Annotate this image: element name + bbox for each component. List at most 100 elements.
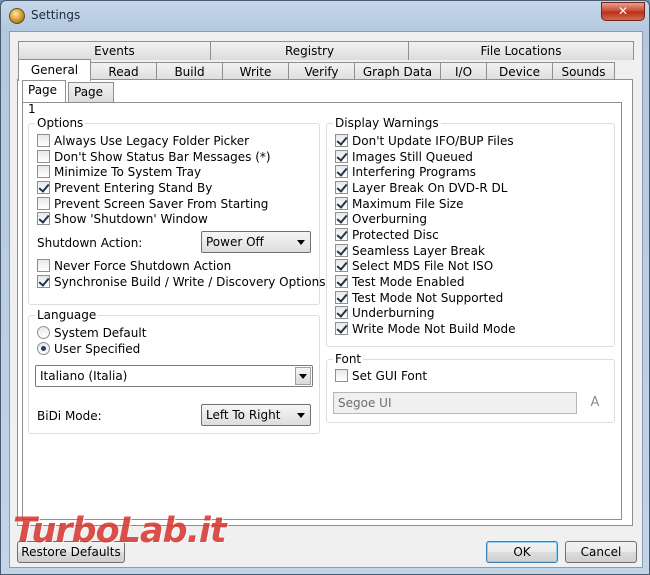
warning-item[interactable]: Test Mode Enabled (335, 274, 464, 289)
general-tab-panel: Page 1 Page 2 Options Always Use Legacy … (17, 79, 633, 526)
app-icon (9, 8, 25, 24)
checkbox[interactable] (335, 197, 348, 210)
language-dropdown[interactable]: Italiano (Italia) (35, 365, 313, 387)
font-name-field: Segoe UI (333, 392, 577, 414)
options-group: Options Always Use Legacy Folder Picker … (28, 116, 325, 305)
checkbox[interactable] (37, 165, 50, 178)
option-hide-status-bar[interactable]: Don't Show Status Bar Messages (*) (37, 149, 271, 164)
warning-item[interactable]: Select MDS File Not ISO (335, 258, 493, 273)
checkbox[interactable] (335, 291, 348, 304)
font-legend: Font (333, 352, 364, 366)
checkbox[interactable] (335, 228, 348, 241)
cancel-button[interactable]: Cancel (565, 541, 637, 563)
option-label: Prevent Entering Stand By (54, 180, 213, 195)
checkbox[interactable] (37, 181, 50, 194)
checkbox[interactable] (335, 165, 348, 178)
option-minimize-tray[interactable]: Minimize To System Tray (37, 164, 201, 179)
radio-button[interactable] (37, 326, 50, 339)
checkbox[interactable] (335, 259, 348, 272)
checkbox[interactable] (335, 181, 348, 194)
warning-label: Test Mode Not Supported (352, 290, 504, 305)
tab-row-bottom: General Read Build Write Verify Graph Da… (18, 59, 615, 81)
warning-item[interactable]: Underburning (335, 305, 434, 320)
checkbox[interactable] (37, 150, 50, 163)
checkbox[interactable] (37, 197, 50, 210)
option-prevent-standby[interactable]: Prevent Entering Stand By (37, 180, 212, 195)
checkbox[interactable] (37, 134, 50, 147)
bidi-mode-dropdown[interactable]: Left To Right (201, 404, 311, 426)
warning-item[interactable]: Overburning (335, 211, 427, 226)
font-picker-icon: A (590, 395, 600, 410)
warning-item[interactable]: Images Still Queued (335, 149, 473, 164)
shutdown-action-label: Shutdown Action: (37, 236, 143, 250)
watermark-logo: TurboLab.it (13, 511, 227, 551)
warning-item[interactable]: Protected Disc (335, 227, 439, 242)
dropdown-button[interactable] (295, 367, 311, 385)
checkbox[interactable] (335, 150, 348, 163)
option-prevent-screensaver[interactable]: Prevent Screen Saver From Starting (37, 196, 268, 211)
checkbox[interactable] (335, 369, 348, 382)
bidi-mode-value: Left To Right (206, 408, 281, 422)
shutdown-action-dropdown[interactable]: Power Off (201, 231, 311, 253)
chevron-down-icon (297, 240, 305, 245)
option-label: Synchronise Build / Write / Discovery Op… (54, 274, 326, 289)
tab-general[interactable]: General (18, 59, 91, 81)
checkbox[interactable] (335, 244, 348, 257)
warning-label: Images Still Queued (352, 149, 473, 164)
option-label: Minimize To System Tray (54, 164, 202, 179)
shutdown-action-value: Power Off (206, 235, 264, 249)
radio-user-specified[interactable]: User Specified (37, 341, 140, 356)
display-warnings-group: Display Warnings Don't Update IFO/BUP Fi… (326, 116, 615, 347)
set-gui-font-option[interactable]: Set GUI Font (335, 368, 427, 383)
language-value: Italiano (Italia) (40, 369, 128, 383)
tab-events[interactable]: Events (18, 41, 211, 60)
warning-label: Underburning (352, 305, 435, 320)
warning-item[interactable]: Don't Update IFO/BUP Files (335, 133, 514, 148)
checkbox[interactable] (335, 212, 348, 225)
language-legend: Language (35, 308, 99, 322)
checkbox[interactable] (37, 275, 50, 288)
bidi-mode-label: BiDi Mode: (37, 409, 102, 423)
ok-button[interactable]: OK (486, 541, 558, 563)
warning-label: Select MDS File Not ISO (352, 258, 494, 273)
warning-item[interactable]: Test Mode Not Supported (335, 290, 503, 305)
title-bar: Settings ✕ (1, 1, 649, 31)
option-never-force-shutdown[interactable]: Never Force Shutdown Action (37, 258, 231, 273)
option-label: Prevent Screen Saver From Starting (54, 196, 269, 211)
warning-item[interactable]: Write Mode Not Build Mode (335, 321, 515, 336)
tab-file-locations[interactable]: File Locations (408, 41, 634, 60)
warning-label: Overburning (352, 211, 427, 226)
chevron-down-icon (297, 413, 305, 418)
option-label: Never Force Shutdown Action (54, 258, 232, 273)
warning-label: Test Mode Enabled (352, 274, 465, 289)
subtab-page-2[interactable]: Page 2 (68, 82, 114, 118)
checkbox[interactable] (335, 322, 348, 335)
warning-item[interactable]: Layer Break On DVD-R DL (335, 180, 507, 195)
close-button[interactable]: ✕ (601, 2, 645, 21)
option-legacy-folder-picker[interactable]: Always Use Legacy Folder Picker (37, 133, 249, 148)
radio-button[interactable] (37, 342, 50, 355)
options-legend: Options (35, 116, 86, 130)
display-warnings-legend: Display Warnings (333, 116, 441, 130)
warning-label: Seamless Layer Break (352, 243, 485, 258)
radio-system-default[interactable]: System Default (37, 325, 146, 340)
checkbox[interactable] (335, 134, 348, 147)
subtab-page-1[interactable]: Page 1 (22, 80, 66, 116)
checkbox[interactable] (37, 212, 50, 225)
warning-label: Write Mode Not Build Mode (352, 321, 516, 336)
dialog-client-area: Events Registry File Locations General R… (9, 31, 643, 568)
warning-item[interactable]: Interfering Programs (335, 164, 476, 179)
checkbox[interactable] (37, 259, 50, 272)
option-synchronise-options[interactable]: Synchronise Build / Write / Discovery Op… (37, 274, 325, 289)
set-gui-font-label: Set GUI Font (352, 368, 428, 383)
option-show-shutdown-window[interactable]: Show 'Shutdown' Window (37, 211, 208, 226)
warning-label: Protected Disc (352, 227, 439, 242)
warning-label: Interfering Programs (352, 164, 476, 179)
warning-item[interactable]: Maximum File Size (335, 196, 463, 211)
checkbox[interactable] (335, 275, 348, 288)
warning-item[interactable]: Seamless Layer Break (335, 243, 485, 258)
radio-label: System Default (54, 325, 147, 340)
checkbox[interactable] (335, 306, 348, 319)
tab-registry[interactable]: Registry (210, 41, 409, 60)
option-label: Always Use Legacy Folder Picker (54, 133, 250, 148)
